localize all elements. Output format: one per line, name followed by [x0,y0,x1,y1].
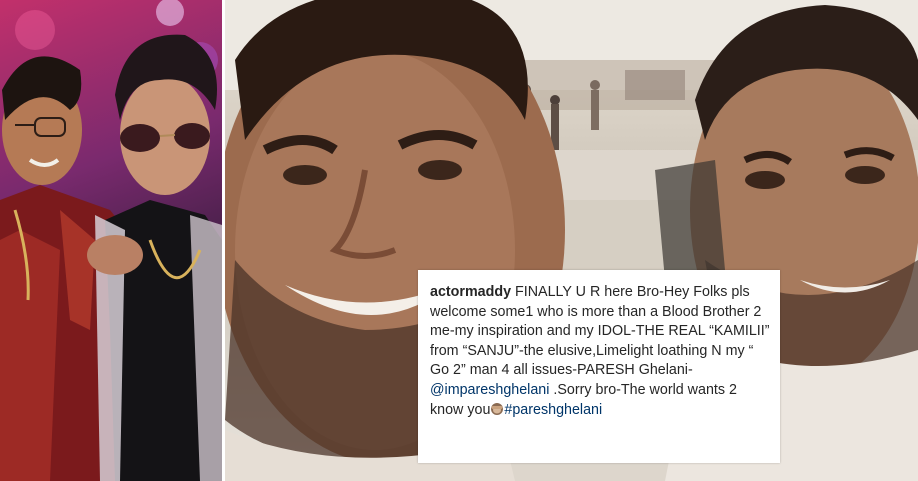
caption-mention-link[interactable]: @impareshghelani [430,382,549,398]
caption-text: actormaddy FINALLY U R here Bro-Hey Folk… [430,283,770,420]
left-photo [0,0,222,481]
see-no-evil-monkey-icon [490,402,504,415]
instagram-caption-box: actormaddy FINALLY U R here Bro-Hey Folk… [418,270,780,463]
caption-username[interactable]: actormaddy [430,284,511,300]
screenshot-canvas: actormaddy FINALLY U R here Bro-Hey Folk… [0,0,918,481]
caption-hashtag-link[interactable]: #pareshghelani [504,402,602,418]
left-photo-illustration [0,0,222,481]
